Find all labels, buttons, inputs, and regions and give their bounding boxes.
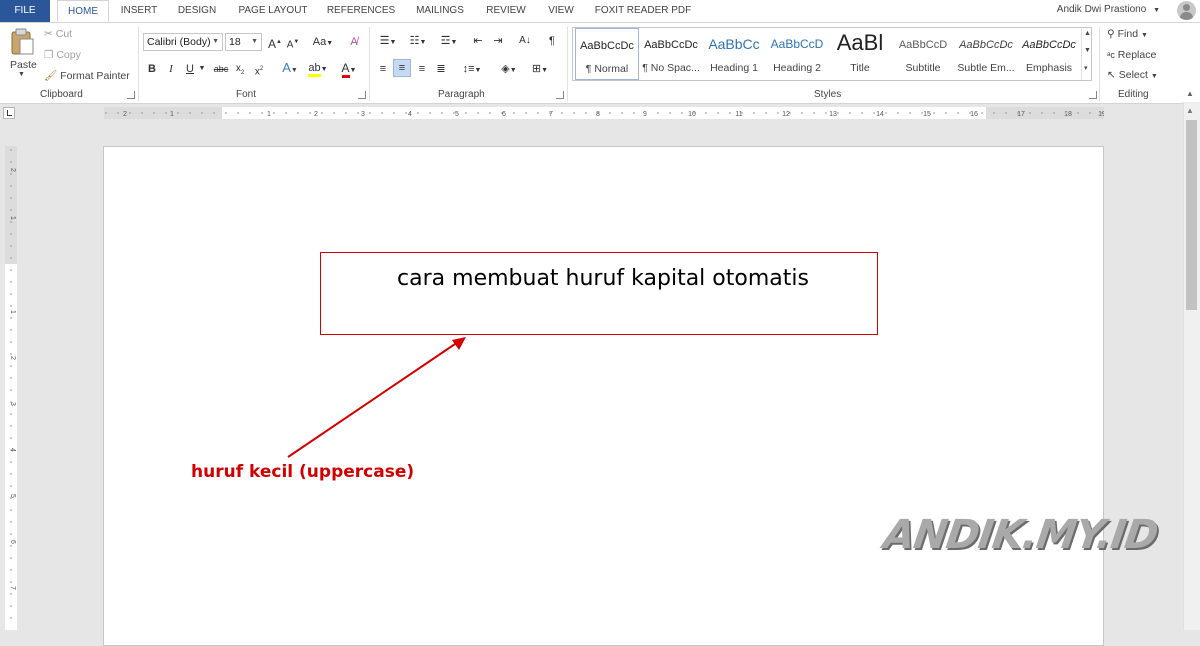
annotation-label: huruf kecil (uppercase) (191, 462, 415, 482)
scrollbar-thumb[interactable] (1186, 120, 1197, 310)
watermark: ANDIK.MY.ID (880, 512, 1161, 558)
scroll-up-icon[interactable]: ▲ (1186, 106, 1194, 115)
